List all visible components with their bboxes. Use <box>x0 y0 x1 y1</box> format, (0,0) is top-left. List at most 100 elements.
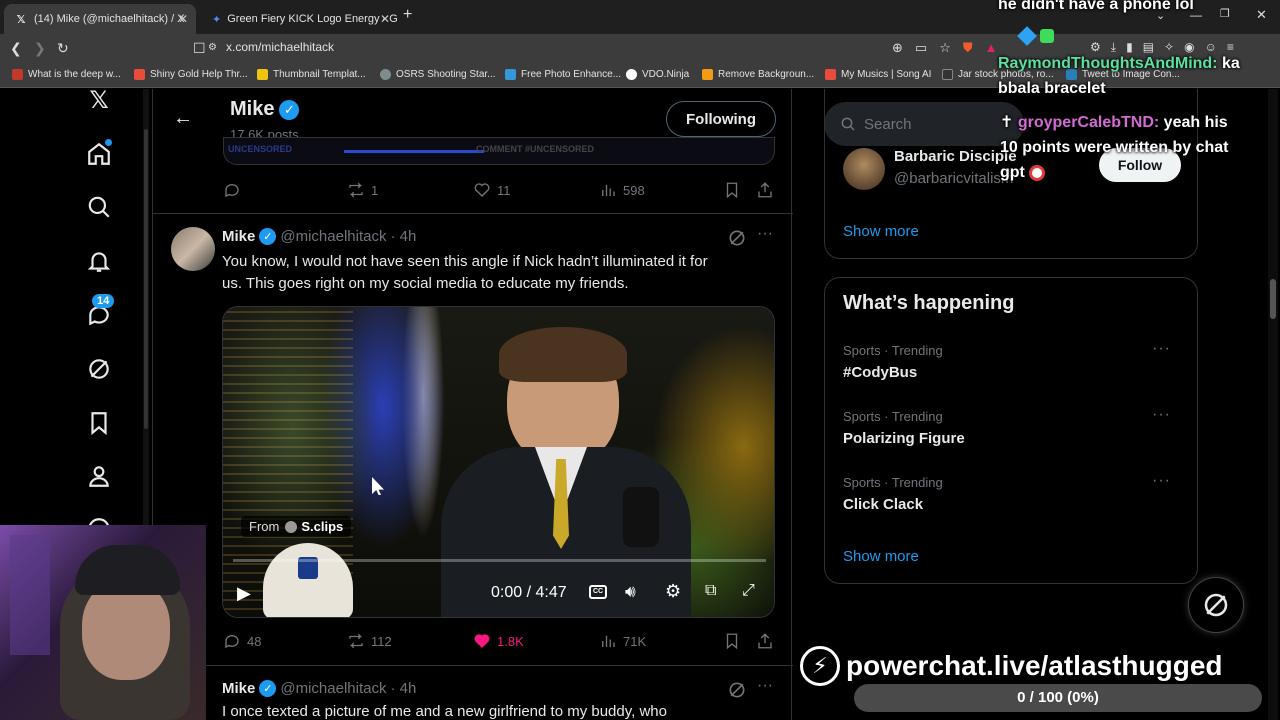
grok-icon[interactable] <box>727 228 747 253</box>
views-button[interactable]: 598 <box>599 181 645 199</box>
following-button[interactable]: Following <box>666 101 776 137</box>
fullscreen-icon[interactable]: ⤢ <box>742 582 755 600</box>
share-button[interactable] <box>756 632 780 650</box>
bookmark-item[interactable]: Thumbnail Templat... <box>257 69 366 80</box>
reply-button[interactable] <box>223 181 247 199</box>
share-button[interactable] <box>756 181 780 199</box>
address-bar[interactable]: x.com/michaelhitack <box>226 40 334 54</box>
repost-button[interactable]: 112 <box>347 632 392 650</box>
page-scrollbar[interactable] <box>1268 89 1278 720</box>
author-handle[interactable]: @michaelhitack <box>280 228 386 245</box>
more-options-icon[interactable]: ··· <box>757 677 773 695</box>
suggested-user-name[interactable]: Barbaric Disciple <box>894 148 1017 165</box>
more-options-icon[interactable]: ··· <box>1152 340 1171 358</box>
more-options-icon[interactable]: ··· <box>757 225 773 243</box>
bookmark-favicon <box>942 69 953 80</box>
views-button[interactable]: 71K <box>599 632 646 650</box>
grok-icon <box>1204 593 1228 617</box>
play-icon[interactable]: ▶ <box>237 583 251 604</box>
back-arrow-icon[interactable]: ← <box>173 107 193 130</box>
forward-icon[interactable]: ❯ <box>34 40 46 57</box>
streamer-face <box>82 580 170 680</box>
bookmark-item[interactable]: My Musics | Song AI <box>825 69 931 80</box>
like-button[interactable]: 11 <box>473 181 511 199</box>
bookmark-button[interactable] <box>723 632 747 650</box>
tab-label: (14) Mike (@michaelhitack) / X <box>34 13 185 25</box>
lightning-logo-icon: ⚡︎ <box>800 646 840 686</box>
bookmark-favicon <box>134 69 145 80</box>
bookmark-item[interactable]: VDO.Ninja <box>626 69 689 80</box>
previous-video-tail[interactable]: UNCENSORED COMMENT #UNCENSORED <box>223 137 775 165</box>
chat-message: he didn't have a phone lol <box>998 0 1194 13</box>
author-name[interactable]: Mike <box>222 228 255 245</box>
tab-x-profile[interactable]: 𝕏 (14) Mike (@michaelhitack) / X ✕ <box>4 4 196 34</box>
cast-icon[interactable]: ▭ <box>915 40 927 56</box>
post-time[interactable]: · 4h <box>390 228 416 245</box>
repost-button[interactable]: 1 <box>347 181 378 199</box>
reply-button[interactable]: 48 <box>223 632 261 650</box>
repost-icon <box>349 182 363 198</box>
heart-icon <box>474 634 490 648</box>
zoom-icon[interactable]: ⊕ <box>892 40 903 56</box>
bookmark-favicon <box>257 69 268 80</box>
x-logo-icon[interactable]: 𝕏 <box>84 89 114 115</box>
home-icon[interactable] <box>84 139 114 169</box>
post-text: You know, I would not have seen this ang… <box>222 253 708 292</box>
powerchat-banner: ⚡︎ powerchat.live/atlasthugged <box>800 646 1223 686</box>
captions-icon[interactable]: CC <box>589 585 607 599</box>
more-options-icon[interactable]: ··· <box>1152 406 1171 424</box>
video-progress <box>344 150 484 153</box>
avatar[interactable] <box>171 227 215 271</box>
suggested-user-handle[interactable]: @barbaricvitalism <box>894 170 1013 187</box>
bookmark-item[interactable]: What is the deep w... <box>12 69 121 80</box>
video-player[interactable]: From S.clips ▶ 0:00 / 4:47 CC 🔊︎ ⚙ ⧉ ⤢ <box>222 306 775 618</box>
avatar[interactable] <box>843 148 885 190</box>
video-source-badge[interactable]: From S.clips <box>241 516 352 537</box>
show-more-link[interactable]: Show more <box>843 548 919 565</box>
notifications-icon[interactable] <box>84 246 114 276</box>
bookmark-favicon <box>12 69 23 80</box>
bookmark-item[interactable]: OSRS Shooting Star... <box>380 69 496 80</box>
trend-name[interactable]: Click Clack <box>843 496 923 513</box>
author-handle[interactable]: @michaelhitack <box>280 680 386 697</box>
bookmark-button[interactable] <box>723 181 747 199</box>
bookmark-icon[interactable]: ☐ <box>193 40 206 57</box>
messages-icon[interactable]: 14 <box>84 294 115 330</box>
repost-icon <box>349 633 363 649</box>
trend-name[interactable]: Polarizing Figure <box>843 430 965 447</box>
warning-icon[interactable]: ▲ <box>985 40 998 56</box>
site-info-icon[interactable]: ⚙ <box>208 42 217 53</box>
bookmarks-icon[interactable] <box>84 408 114 438</box>
close-icon[interactable]: ✕ <box>178 12 188 26</box>
profile-icon[interactable] <box>84 461 114 491</box>
show-more-link[interactable]: Show more <box>843 223 919 240</box>
settings-icon[interactable]: ⚙ <box>665 581 681 602</box>
window-close-icon[interactable]: ✕ <box>1256 7 1267 23</box>
bookmark-item[interactable]: Remove Backgroun... <box>702 69 814 80</box>
author-name[interactable]: Mike <box>222 680 255 697</box>
grok-icon[interactable] <box>727 680 747 705</box>
more-options-icon[interactable]: ··· <box>1152 472 1171 490</box>
tab-gemini[interactable]: ✦ Green Fiery KICK Logo Energy - Goo ✕ <box>202 4 398 34</box>
video-progress-bar[interactable] <box>233 559 766 562</box>
grok-icon[interactable] <box>84 354 114 384</box>
reload-icon[interactable]: ↻ <box>57 40 69 57</box>
brave-shield-icon[interactable]: ⛊ <box>963 40 973 56</box>
bookmark-item[interactable]: Shiny Gold Help Thr... <box>134 69 248 80</box>
verified-badge-icon: ✓ <box>259 228 277 245</box>
grok-floating-button[interactable] <box>1188 577 1244 633</box>
new-tab-button[interactable]: + <box>403 6 412 24</box>
like-button[interactable]: 1.8K <box>473 632 524 650</box>
restore-icon[interactable]: ❐ <box>1220 7 1230 20</box>
person-hair <box>499 327 627 382</box>
back-icon[interactable]: ❮ <box>10 40 22 57</box>
trend-name[interactable]: #CodyBus <box>843 364 917 381</box>
post-time[interactable]: · 4h <box>390 680 416 697</box>
close-icon[interactable]: ✕ <box>380 12 390 26</box>
extension-icons: ⊕ ▭ ☆ ⛊ ▲ <box>892 40 998 56</box>
volume-icon[interactable]: 🔊︎ <box>625 582 636 602</box>
bookmark-item[interactable]: Free Photo Enhance... <box>505 69 621 80</box>
star-icon[interactable]: ☆ <box>939 40 951 56</box>
explore-icon[interactable] <box>84 192 114 222</box>
picture-in-picture-icon[interactable]: ⧉ <box>705 582 716 600</box>
